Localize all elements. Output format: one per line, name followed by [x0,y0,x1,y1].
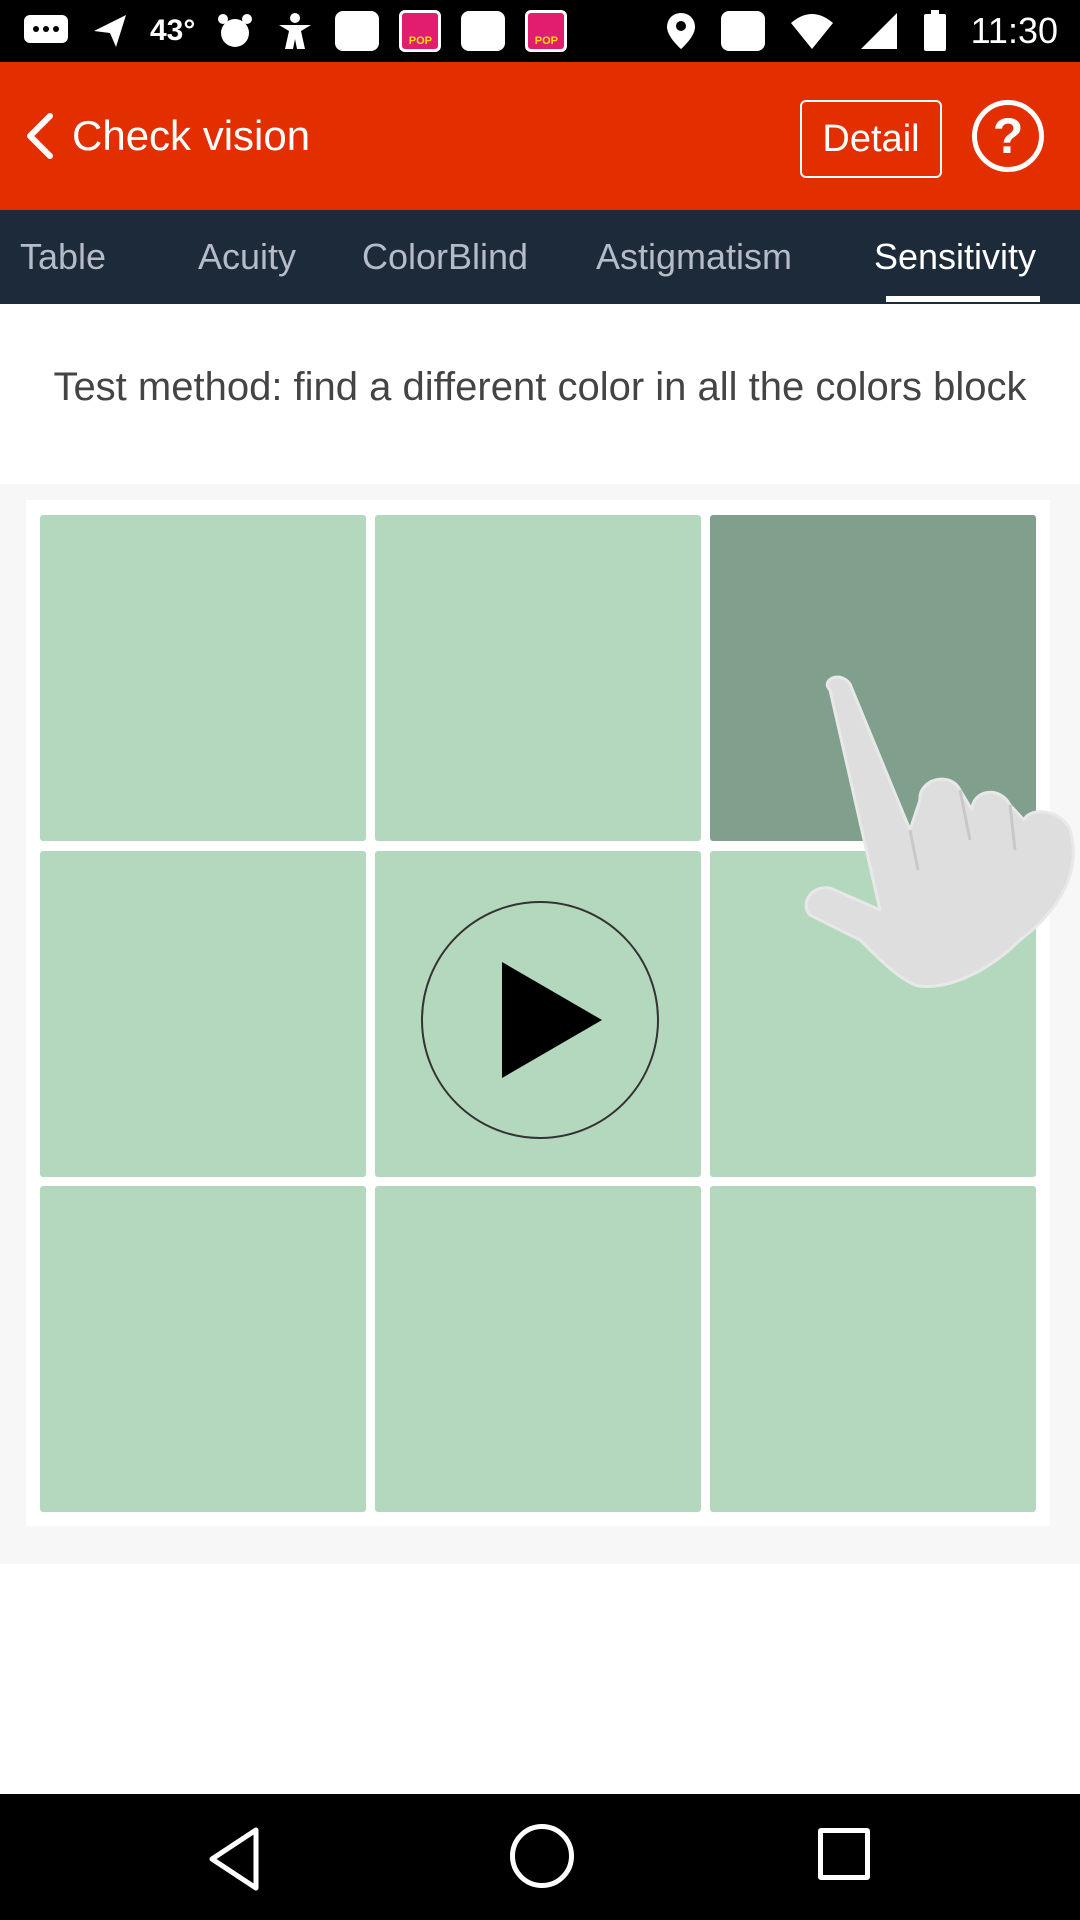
status-icons-left: 43° [22,0,568,62]
tab-table[interactable]: Table [20,210,106,304]
color-block[interactable] [710,1186,1036,1512]
notification-icon [720,11,765,51]
pointing-hand-icon [804,675,1075,989]
wifi-icon [790,14,833,49]
color-block[interactable] [375,1186,701,1512]
color-block[interactable] [40,1186,366,1512]
person-icon [279,13,312,49]
pop-app-icon [399,10,442,52]
active-tab-indicator [886,296,1040,302]
pop-app-icon [525,10,568,52]
play-icon[interactable] [420,900,660,1140]
recent-square-icon[interactable] [818,1828,870,1880]
send-icon [94,15,126,47]
status-bar: 43° 11:30 [0,0,1080,62]
help-icon[interactable]: ? [972,100,1044,172]
tab-astigmatism[interactable]: Astigmatism [596,210,792,304]
battery-icon [923,10,946,51]
color-block[interactable] [375,515,701,841]
detail-button[interactable]: Detail [800,100,942,178]
signal-icon [860,13,897,49]
page-title: Check vision [72,112,311,159]
app-icon [335,11,380,51]
status-icons-right: 11:30 [665,0,1058,62]
app-icon [461,11,506,51]
home-circle-icon[interactable] [510,1824,574,1888]
tab-bar: Table Acuity ColorBlind Astigmatism Sens… [0,210,1080,304]
test-instructions: Test method: find a different color in a… [53,365,1027,409]
back-triangle-icon[interactable] [200,1824,270,1894]
tab-colorblind[interactable]: ColorBlind [362,210,528,304]
alarm-icon [218,14,253,47]
tab-acuity[interactable]: Acuity [198,210,296,304]
location-icon [666,13,695,49]
color-block[interactable] [40,851,366,1177]
chat-icon [24,15,68,43]
back-arrow-icon[interactable] [20,112,60,160]
tab-sensitivity[interactable]: Sensitivity [874,210,1036,304]
clock: 11:30 [970,10,1058,51]
app-bar: Check vision Detail ? [0,62,1080,210]
color-block[interactable] [40,515,366,841]
weather-temperature: 43° [150,14,196,47]
system-nav-bar [0,1794,1080,1920]
